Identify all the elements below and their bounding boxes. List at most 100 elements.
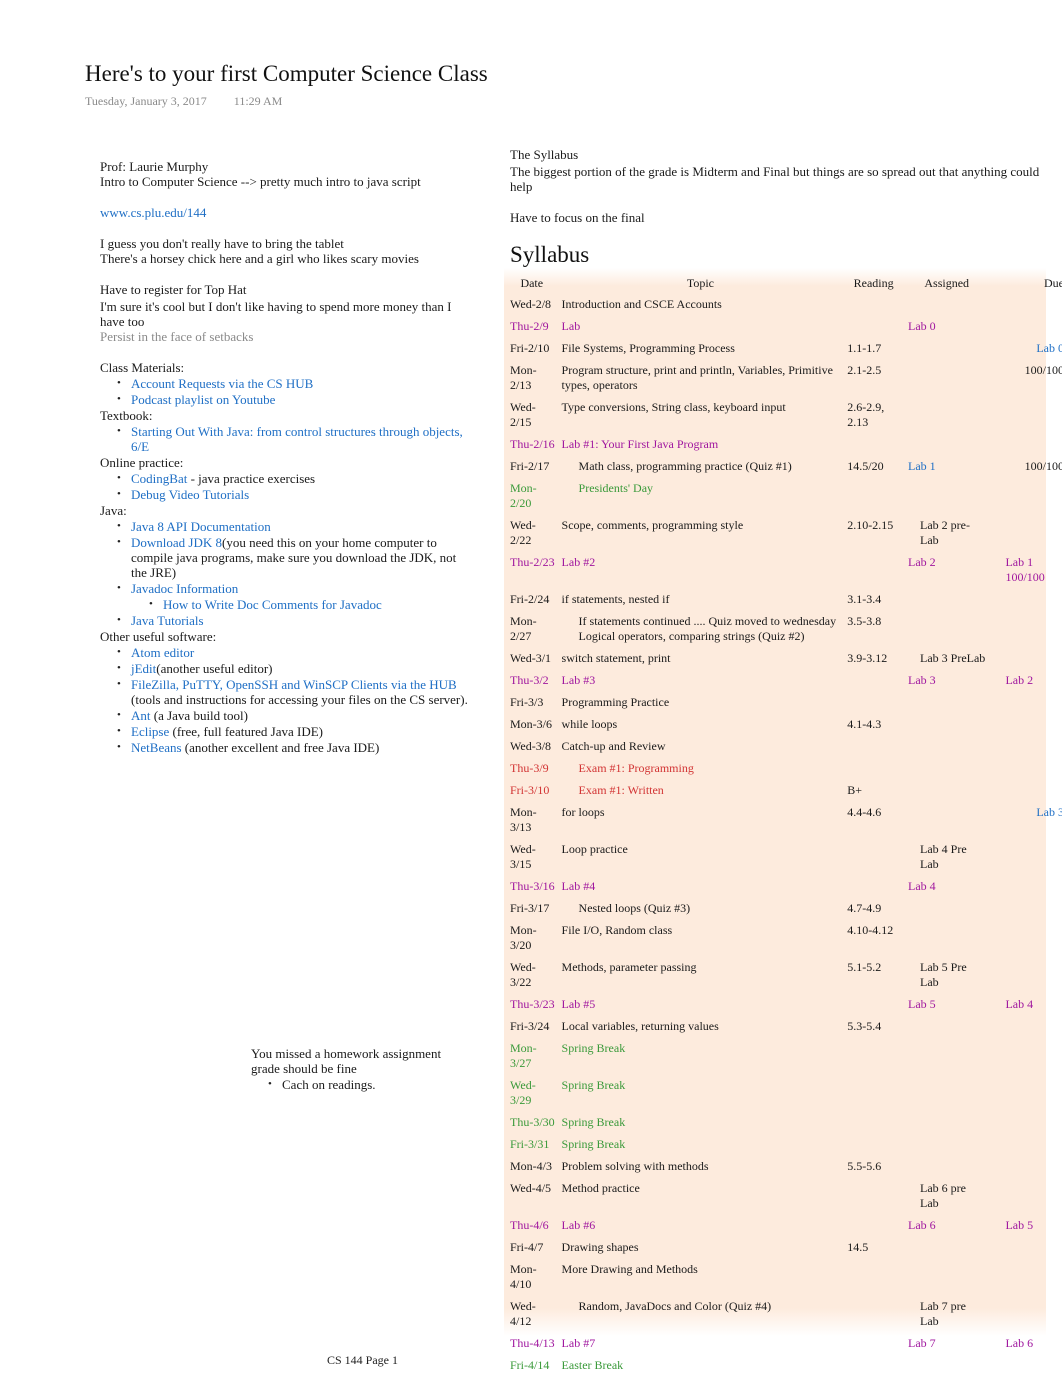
money-text: I'm sure it's cool but I don't like havi… — [100, 299, 452, 329]
row-reading: 4.7-4.9 — [847, 901, 882, 915]
row-due: Lab 2 — [1005, 673, 1034, 687]
row-date: Wed-3/29 — [510, 1078, 536, 1107]
table-row: Thu-4/13 Lab #7 Lab 7 Lab 6 — [506, 1334, 1062, 1356]
table-row: Mon-2/27 If statements continued .... Qui… — [506, 612, 1062, 649]
class-materials-list: Account Requests via the CS HUB Podcast … — [100, 376, 470, 407]
row-topic: Easter Break — [561, 1358, 624, 1372]
filezilla-link[interactable]: FileZilla, PuTTY, OpenSSH and WinSCP Cli… — [131, 677, 457, 692]
row-topic: Type conversions, String class, keyboard… — [561, 400, 786, 414]
table-row: Thu-3/23 Lab #5 Lab 5 Lab 4 — [506, 995, 1062, 1017]
table-row: Wed-2/8 Introduction and CSCE Accounts — [506, 295, 1062, 317]
row-topic: while loops — [561, 717, 618, 731]
row-date: Mon-4/3 — [510, 1159, 552, 1173]
row-topic: File I/O, Random class — [561, 923, 673, 937]
codingbat-link[interactable]: CodingBat — [131, 471, 187, 486]
eclipse-link[interactable]: Eclipse — [131, 724, 169, 739]
table-row: Wed-4/12 Random, JavaDocs and Color (Quiz… — [506, 1297, 1062, 1334]
syllabus-table-container: Date Topic Reading Assigned Due Wed-2/8 I… — [504, 268, 1062, 1372]
other-software-list: Atom editor jEdit(another useful editor)… — [100, 645, 470, 755]
jedit-link[interactable]: jEdit — [131, 661, 156, 676]
page-date: Tuesday, January 3, 2017 — [85, 94, 207, 108]
row-date: Fri-3/31 — [510, 1137, 550, 1151]
table-row: Mon-2/13 Program structure, print and pri… — [506, 361, 1062, 398]
jedit-desc: (another useful editor) — [156, 661, 273, 676]
table-row: Fri-3/10 Exam #1: Written B+ — [506, 781, 1062, 803]
syllabus-table: Date Topic Reading Assigned Due Wed-2/8 I… — [506, 274, 1062, 1378]
syllabus-label: The Syllabus — [510, 147, 579, 162]
textbook-link[interactable]: Starting Out With Java: from control str… — [131, 424, 463, 454]
row-assigned: Lab 5 — [908, 997, 936, 1011]
row-assigned: Lab 3 — [908, 673, 936, 687]
row-date: Mon-3/27 — [510, 1041, 537, 1070]
debug-tutorials-link[interactable]: Debug Video Tutorials — [131, 487, 249, 502]
jdk-download-link[interactable]: Download JDK 8 — [131, 535, 222, 550]
row-topic: Lab #6 — [561, 1218, 596, 1232]
row-topic: Methods, parameter passing — [561, 960, 697, 974]
table-row: Fri-4/7 Drawing shapes 14.5 — [506, 1238, 1062, 1260]
java-list: Java 8 API Documentation Download JDK 8(… — [100, 519, 470, 628]
table-row: Wed-3/22 Methods, parameter passing 5.1-5.… — [506, 958, 1062, 995]
ant-link[interactable]: Ant — [131, 708, 151, 723]
table-row: Mon-3/6 while loops 4.1-4.3 — [506, 715, 1062, 737]
table-row: Wed-3/1 switch statement, print 3.9-3.12 La… — [506, 649, 1062, 671]
header-topic: Topic — [686, 276, 714, 290]
netbeans-link[interactable]: NetBeans — [131, 740, 182, 755]
textbook-label: Textbook: — [100, 408, 153, 423]
row-topic: Presidents' Day — [578, 481, 654, 495]
row-date: Wed-2/8 — [510, 297, 552, 311]
course-site-link[interactable]: www.cs.plu.edu/144 — [100, 205, 206, 220]
filezilla-desc: (tools and instructions for accessing yo… — [131, 692, 468, 707]
row-date: Mon-2/13 — [510, 363, 537, 392]
podcast-playlist-link[interactable]: Podcast playlist on Youtube — [131, 392, 275, 407]
account-requests-link[interactable]: Account Requests via the CS HUB — [131, 376, 313, 391]
row-topic: Lab #7 — [561, 1336, 596, 1350]
row-assigned[interactable]: Lab 1 — [908, 459, 936, 473]
row-date: Thu-3/23 — [510, 997, 555, 1011]
row-assigned: Lab 2 pre-Lab — [920, 518, 970, 547]
java-tutorials-link[interactable]: Java Tutorials — [131, 613, 204, 628]
row-topic: Scope, comments, programming style — [561, 518, 744, 532]
table-row: Thu-4/6 Lab #6 Lab 6 Lab 5 — [506, 1216, 1062, 1238]
row-date: Wed-3/8 — [510, 739, 552, 753]
java-api-link[interactable]: Java 8 API Documentation — [131, 519, 271, 534]
row-date: Fri-3/10 — [510, 783, 550, 797]
java-label: Java: — [100, 503, 127, 518]
javadoc-info-link[interactable]: Javadoc Information — [131, 581, 238, 596]
row-reading: 3.1-3.4 — [847, 592, 882, 606]
header-date: Date — [520, 276, 544, 290]
class-materials-label: Class Materials: — [100, 360, 185, 375]
doc-comments-link[interactable]: How to Write Doc Comments for Javadoc — [163, 597, 382, 612]
table-row: Fri-4/14 Easter Break — [506, 1356, 1062, 1378]
row-assigned: Lab 2 — [908, 555, 936, 569]
row-due: Lab 1 100/100 — [1005, 555, 1045, 584]
row-topic: Drawing shapes — [561, 1240, 639, 1254]
row-topic: Problem solving with methods — [561, 1159, 709, 1173]
table-row: Thu-3/2 Lab #3 Lab 3 Lab 2 — [506, 671, 1062, 693]
row-date: Mon-2/27 — [510, 614, 537, 643]
row-topic: Lab #1: Your First Java Program — [561, 437, 719, 451]
row-reading: 2.1-2.5 — [847, 363, 882, 377]
row-assigned: Lab 6 — [908, 1218, 936, 1232]
row-due[interactable]: Lab 3 — [1036, 805, 1062, 819]
javadoc-sublist: How to Write Doc Comments for Javadoc — [100, 597, 470, 612]
atom-link[interactable]: Atom editor — [131, 645, 194, 660]
table-row: Thu-3/30 Spring Break — [506, 1113, 1062, 1135]
row-reading: 3.9-3.12 — [847, 651, 888, 665]
row-topic: Lab #3 — [561, 673, 596, 687]
row-reading: 4.1-4.3 — [847, 717, 882, 731]
row-assigned: Lab 0 — [908, 319, 936, 333]
row-assigned: Lab 3 PreLab — [920, 651, 986, 665]
table-row: Mon-3/20 File I/O, Random class 4.10-4.12 — [506, 921, 1062, 958]
tablet-text: I guess you don't really have to bring t… — [100, 236, 344, 251]
row-reading: 2.6-2.9, 2.13 — [847, 400, 885, 429]
row-date: Wed-4/12 — [510, 1299, 536, 1328]
notes-left-column: Prof: Laurie Murphy Intro to Computer Sc… — [100, 159, 470, 756]
table-row: Mon-2/20 Presidents' Day — [506, 479, 1062, 516]
row-assigned: Lab 7 — [908, 1336, 936, 1350]
row-due[interactable]: Lab 0 — [1036, 341, 1062, 355]
row-topic: Spring Break — [561, 1115, 626, 1129]
table-row: Wed-2/15 Type conversions, String class, … — [506, 398, 1062, 435]
table-row: Thu-2/9 Lab Lab 0 — [506, 317, 1062, 339]
netbeans-desc: (another excellent and free Java IDE) — [181, 740, 380, 755]
table-row: Fri-3/17 Nested loops (Quiz #3) 4.7-4.9 — [506, 899, 1062, 921]
